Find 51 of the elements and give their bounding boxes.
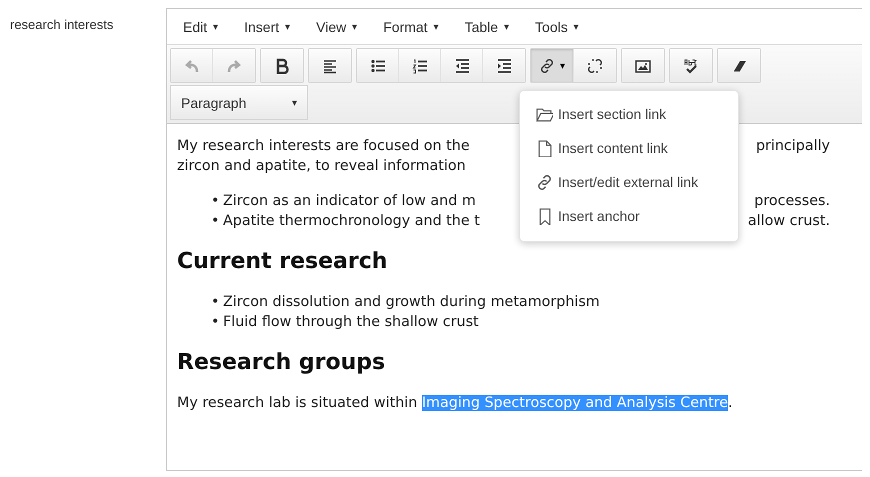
caret-icon: ▾ bbox=[292, 96, 297, 108]
list-item: Fluid flow through the shallow crust bbox=[223, 313, 479, 332]
list-item: Apatite thermochronology and the t bbox=[223, 212, 480, 231]
menu-item[interactable]: Edit ▾ bbox=[173, 14, 228, 38]
link-button[interactable]: ▾ bbox=[531, 49, 574, 82]
menu-item[interactable]: Insert/edit external link bbox=[520, 165, 738, 199]
indent-button[interactable] bbox=[483, 49, 525, 82]
field-label: research interests bbox=[10, 17, 114, 32]
link-icon bbox=[536, 174, 553, 190]
link-icon bbox=[539, 58, 555, 74]
bullet-list-icon bbox=[370, 58, 386, 74]
list-item: processes. bbox=[754, 192, 830, 211]
outdent-button[interactable] bbox=[441, 49, 483, 82]
align-left-icon bbox=[322, 58, 338, 74]
list-bullet: • bbox=[211, 293, 220, 312]
menu-item[interactable]: Insert section link bbox=[520, 97, 738, 131]
undo-icon bbox=[184, 58, 200, 74]
bold-icon bbox=[274, 58, 290, 74]
folder-icon bbox=[536, 106, 553, 122]
menu-item[interactable]: View ▾ bbox=[306, 14, 368, 38]
paragraph-text: zircon and apatite, to reveal information bbox=[177, 157, 466, 176]
list-bullet: • bbox=[211, 212, 220, 231]
numbered-list-button[interactable] bbox=[399, 49, 441, 82]
numbered-list-icon bbox=[412, 58, 428, 74]
menu-item[interactable]: Format ▾ bbox=[373, 14, 449, 38]
list-item: Zircon dissolution and growth during metamorphism bbox=[223, 293, 600, 312]
list-item: Zircon as an indicator of low and m bbox=[223, 192, 476, 211]
menu-item[interactable]: Tools ▾ bbox=[525, 14, 589, 38]
broken-link-icon bbox=[587, 58, 603, 74]
section-heading: Current research bbox=[177, 249, 388, 274]
menu-item[interactable]: Insert content link bbox=[520, 131, 738, 165]
list-item: allow crust. bbox=[748, 212, 830, 231]
menu-item[interactable]: Table ▾ bbox=[454, 14, 520, 38]
broken-link-button[interactable] bbox=[574, 49, 616, 82]
paragraph-text: My research lab is situated within Imaging Spectroscopy and Analysis Centre. bbox=[177, 394, 734, 413]
paragraph-text: principally bbox=[756, 137, 830, 156]
image-icon bbox=[635, 58, 651, 74]
block-format-dropdown[interactable]: Paragraph ▾ bbox=[170, 85, 308, 120]
list-bullet: • bbox=[211, 313, 220, 332]
caret-icon: ▾ bbox=[560, 60, 565, 72]
list-bullet: • bbox=[211, 192, 220, 211]
indent-icon bbox=[496, 58, 512, 74]
menu-item[interactable]: Insert ▾ bbox=[234, 14, 300, 38]
redo-icon bbox=[226, 58, 242, 74]
spellcheck-icon bbox=[683, 58, 699, 74]
outdent-icon bbox=[454, 58, 470, 74]
menu-item[interactable]: Insert anchor bbox=[520, 199, 738, 233]
section-heading: Research groups bbox=[177, 350, 386, 375]
bullet-list-button[interactable] bbox=[357, 49, 399, 82]
paragraph-text: My research interests are focused on the bbox=[177, 137, 470, 156]
document-icon bbox=[536, 140, 553, 156]
